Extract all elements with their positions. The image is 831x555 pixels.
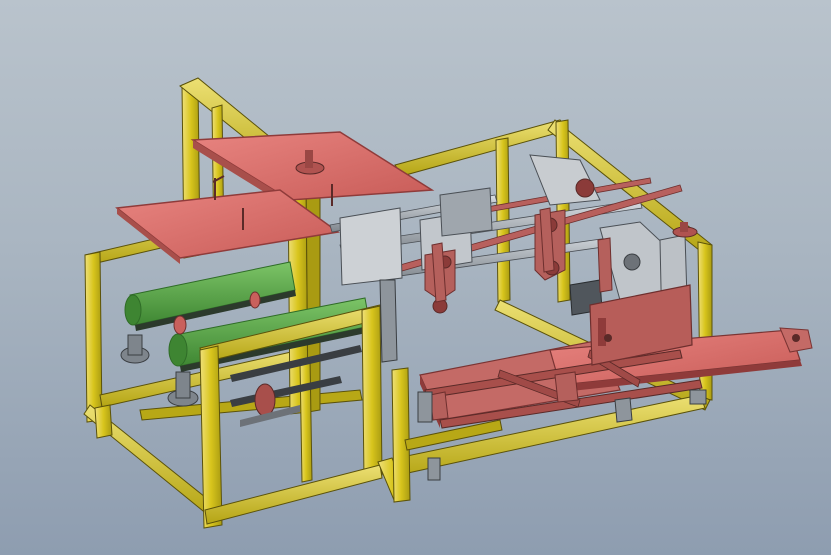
output-chute (419, 284, 813, 429)
machine-drawing (83, 77, 813, 529)
cad-viewport[interactable] (0, 0, 831, 555)
belt-rear (129, 261, 296, 326)
